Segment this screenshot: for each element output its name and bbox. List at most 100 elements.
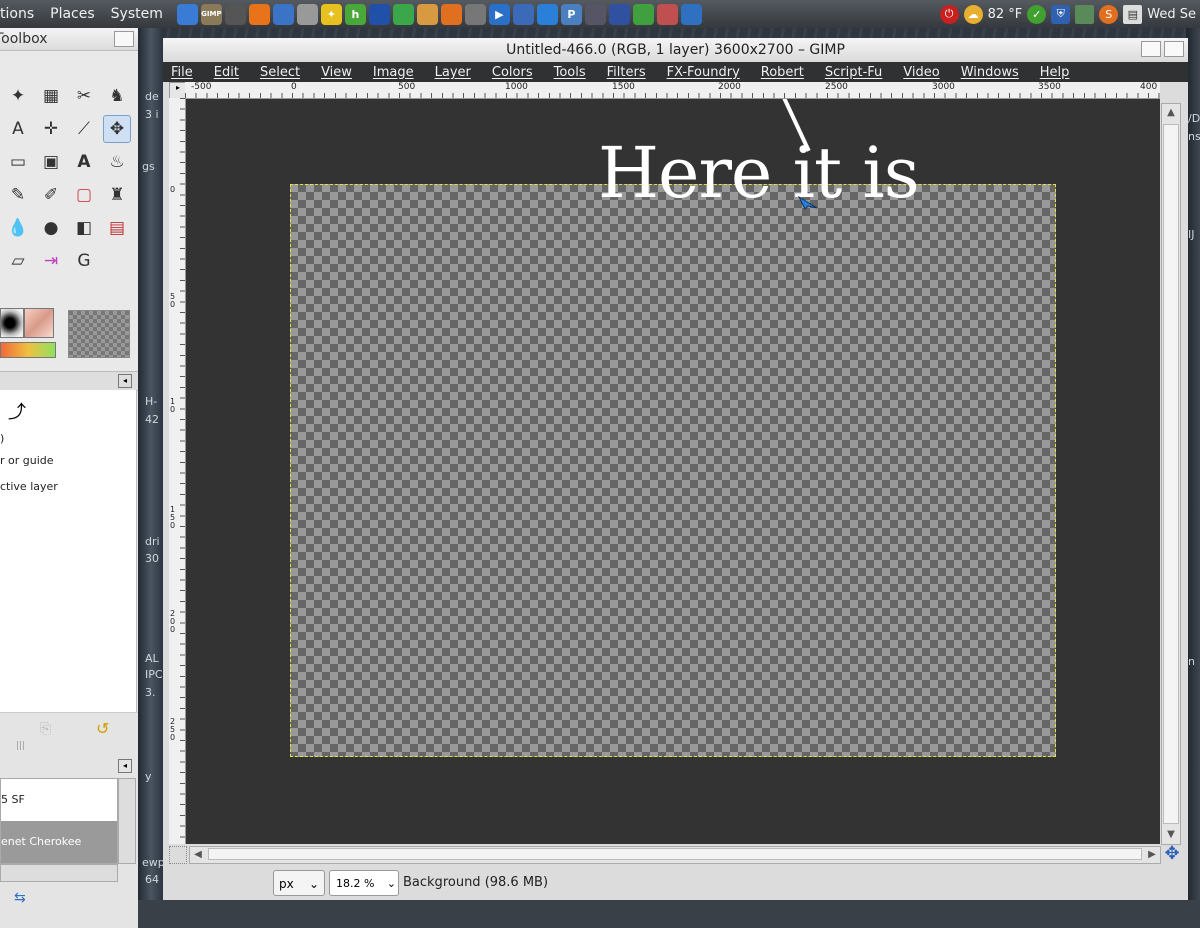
list-item-selected[interactable]: enet Cherokee — [1, 821, 117, 863]
vertical-ruler[interactable]: 0 5 0 1 0 1 5 0 2 0 0 2 5 0 — [169, 98, 186, 844]
monitor-icon[interactable] — [272, 3, 294, 25]
color-picker-icon[interactable]: ✛ — [37, 115, 65, 143]
text-icon[interactable]: A — [70, 148, 98, 176]
weather-icon[interactable]: ☁ — [963, 4, 983, 24]
menu-script-fu[interactable]: Script-Fu — [825, 65, 882, 80]
airbrush-icon[interactable]: ♜ — [103, 181, 131, 209]
globe-icon[interactable] — [608, 3, 630, 25]
save-options-icon[interactable]: ⎘ — [40, 721, 51, 737]
menu-fx-foundry[interactable]: FX-Foundry — [667, 65, 740, 80]
clone-icon[interactable]: ▤ — [103, 214, 131, 242]
menu-colors[interactable]: Colors — [492, 65, 533, 80]
file-manager-icon[interactable] — [296, 3, 318, 25]
shield-icon[interactable]: ⛨ — [1051, 4, 1071, 24]
measure-icon[interactable]: ⟋ — [70, 115, 98, 143]
thunderbird-icon[interactable] — [176, 3, 198, 25]
menu-video[interactable]: Video — [903, 65, 939, 80]
bucket-fill-icon[interactable]: ♨ — [103, 148, 131, 176]
menu-windows[interactable]: Windows — [961, 65, 1019, 80]
clipboard-icon[interactable]: ▤ — [1123, 4, 1143, 24]
scroll-down-icon[interactable]: ▼ — [1162, 826, 1180, 844]
vertical-scrollbar[interactable]: ▲ ▼ — [1161, 103, 1181, 845]
select-by-color-icon[interactable]: ▦ — [37, 82, 65, 110]
minimize-button[interactable] — [1141, 41, 1161, 57]
people-icon[interactable] — [584, 3, 606, 25]
notepad-icon[interactable]: ▱ — [4, 247, 32, 275]
check-icon[interactable]: ✓ — [1027, 4, 1047, 24]
foreground-select-icon[interactable]: ♞ — [103, 82, 131, 110]
update-icon[interactable]: S — [1099, 4, 1119, 24]
media-player-icon[interactable]: ▶ — [488, 3, 510, 25]
blender-icon[interactable] — [440, 3, 462, 25]
chrome-icon[interactable] — [392, 3, 414, 25]
quick-mask-button[interactable] — [169, 846, 187, 864]
document-icon[interactable] — [656, 3, 678, 25]
configure-tab-button[interactable]: ◂ — [118, 374, 132, 388]
pencil-icon[interactable]: ✐ — [37, 181, 65, 209]
clock-date[interactable]: Wed Se — [1147, 7, 1196, 22]
h-app-icon[interactable]: h — [344, 3, 366, 25]
paths-icon[interactable]: A — [4, 115, 32, 143]
restore-options-icon[interactable]: ↺ — [96, 719, 109, 738]
drop-icon[interactable] — [680, 3, 702, 25]
blur-icon[interactable]: 💧 — [4, 214, 32, 242]
navigate-icon[interactable]: ✥ — [1163, 845, 1181, 863]
tool-option-line[interactable]: r or guide — [0, 454, 54, 467]
menu-layer[interactable]: Layer — [435, 65, 471, 80]
menu-select[interactable]: Select — [260, 65, 300, 80]
gimp-icon[interactable]: GIMP — [200, 3, 222, 25]
drag-handle[interactable]: ||| — [16, 741, 25, 751]
firefox-icon[interactable] — [248, 3, 270, 25]
network-tray-icon[interactable] — [1075, 4, 1095, 24]
font-list-scrollbar[interactable] — [118, 778, 136, 864]
horizontal-scrollbar[interactable]: ◀ ▶ — [189, 846, 1161, 864]
gradient-icon[interactable]: ◧ — [70, 214, 98, 242]
menu-tools[interactable]: Tools — [554, 65, 586, 80]
smudge-icon[interactable]: ● — [37, 214, 65, 242]
scroll-right-icon[interactable]: ▶ — [1144, 847, 1160, 863]
temperature[interactable]: 82 °F — [988, 7, 1023, 22]
menu-image[interactable]: Image — [373, 65, 414, 80]
menu-help[interactable]: Help — [1040, 65, 1070, 80]
vertical-scroll-thumb[interactable] — [1163, 124, 1179, 824]
pandora-icon[interactable]: P — [560, 3, 582, 25]
book-icon[interactable] — [368, 3, 390, 25]
puzzle-icon[interactable] — [632, 3, 654, 25]
horizontal-scroll-thumb[interactable] — [208, 848, 1142, 860]
move-icon[interactable]: ✥ — [103, 115, 131, 143]
paintbrush-icon[interactable]: ✎ — [4, 181, 32, 209]
star-icon[interactable]: ✦ — [320, 3, 342, 25]
places-menu[interactable]: Places — [50, 6, 95, 22]
canvas-area[interactable]: Here it is — [186, 99, 1160, 844]
menu-file[interactable]: File — [171, 65, 193, 80]
wallet-icon[interactable] — [416, 3, 438, 25]
menu-robert[interactable]: Robert — [761, 65, 804, 80]
brush-preview[interactable] — [0, 308, 24, 338]
gradient-preview[interactable] — [0, 342, 56, 358]
import-icon[interactable]: ⇥ — [37, 247, 65, 275]
menu-filters[interactable]: Filters — [607, 65, 646, 80]
network-icon[interactable] — [512, 3, 534, 25]
inkscape-icon[interactable] — [224, 3, 246, 25]
scroll-up-icon[interactable]: ▲ — [1162, 104, 1180, 122]
menu-edit[interactable]: Edit — [214, 65, 239, 80]
tool-option-line[interactable]: ctive layer — [0, 480, 58, 493]
maximize-button[interactable] — [1164, 41, 1184, 57]
transform-icon[interactable]: ▣ — [37, 148, 65, 176]
scissors-icon[interactable]: ✂ — [70, 82, 98, 110]
panel-menu-button[interactable]: ◂ — [118, 759, 132, 773]
scroll-left-icon[interactable]: ◀ — [190, 847, 206, 863]
font-list-hscrollbar[interactable] — [0, 864, 118, 882]
zoom-select[interactable]: 18.2 % ⌄ — [329, 870, 399, 896]
gimp-g-icon[interactable]: G — [70, 247, 98, 275]
horizontal-ruler[interactable]: -500 0 500 1000 1500 2000 2500 3000 3500 400 — [185, 82, 1160, 99]
film-icon[interactable] — [464, 3, 486, 25]
teamviewer-icon[interactable] — [536, 3, 558, 25]
fuzzy-select-icon[interactable]: ✦ — [4, 82, 32, 110]
system-menu[interactable]: System — [111, 6, 163, 22]
pattern-preview[interactable] — [68, 310, 130, 358]
list-item[interactable]: 5 SF — [1, 779, 117, 821]
menu-view[interactable]: View — [321, 65, 352, 80]
applications-menu[interactable]: tions — [0, 6, 34, 22]
color-swatch[interactable] — [24, 308, 54, 338]
